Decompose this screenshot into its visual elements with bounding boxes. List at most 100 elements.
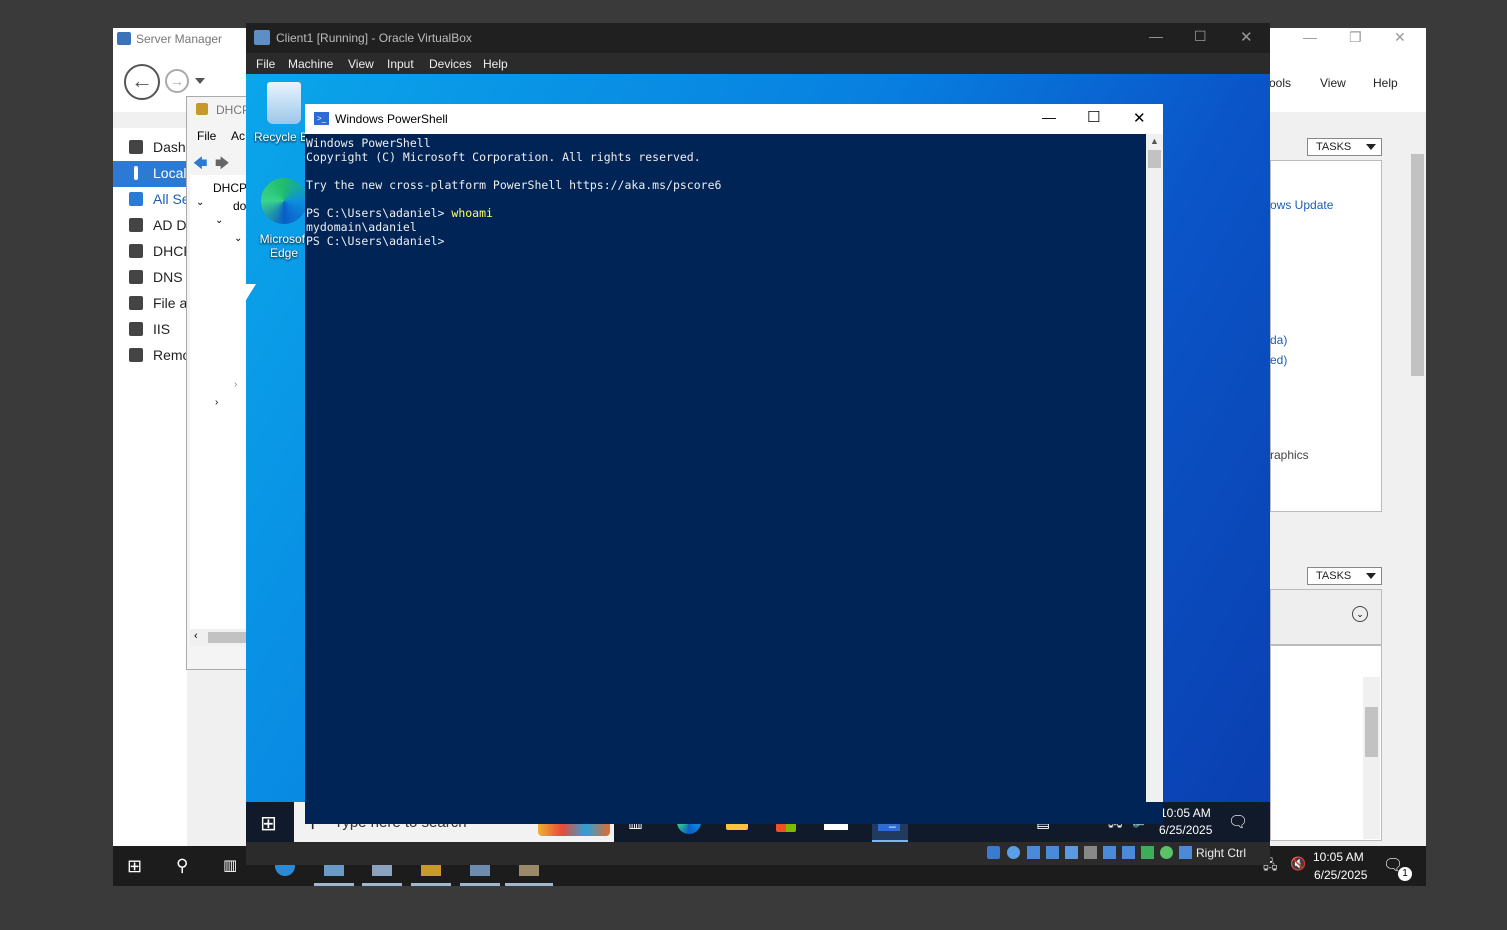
notification-icon[interactable]: 🗨	[1228, 812, 1248, 832]
host-clock-time[interactable]: 10:05 AM	[1313, 850, 1364, 864]
console-prompt: PS C:\Users\adaniel>	[306, 206, 452, 220]
sidebar-item-remote-access[interactable]: Remote Access	[113, 343, 187, 369]
guest-clock-date[interactable]: 6/25/2025	[1159, 823, 1212, 837]
close-button[interactable]: ✕	[1240, 28, 1253, 46]
powershell-window: >_ Windows PowerShell — ☐ ✕ Windows Powe…	[305, 104, 1163, 824]
recycle-bin-icon	[267, 82, 301, 124]
menu-help[interactable]: Help	[483, 57, 508, 71]
optical-drive-icon[interactable]	[1007, 846, 1020, 859]
console-prompt: PS C:\Users\adaniel>	[306, 234, 452, 248]
task-view-icon[interactable]: ▥	[223, 856, 243, 876]
dns-icon	[129, 270, 143, 284]
menu-machine[interactable]: Machine	[288, 57, 333, 71]
search-icon[interactable]: ⚲	[176, 856, 196, 876]
audio-icon[interactable]	[1027, 846, 1040, 859]
sidebar-item-local-server[interactable]: Local Server	[113, 161, 187, 187]
back-arrow-icon[interactable]: 🡄	[193, 153, 207, 177]
hard-disk-icon[interactable]	[987, 846, 1000, 859]
window-title: Server Manager	[136, 32, 223, 46]
maximize-button[interactable]: ☐	[1194, 28, 1207, 45]
network-adapter-icon[interactable]	[1046, 846, 1059, 859]
powershell-console[interactable]: Windows PowerShell Copyright (C) Microsof…	[305, 134, 1146, 802]
usb-icon[interactable]	[1065, 846, 1078, 859]
chevron-right-icon[interactable]: ›	[215, 397, 218, 408]
menu-file[interactable]: File	[256, 57, 275, 71]
tree-child-label[interactable]: do	[233, 199, 246, 213]
menu-input[interactable]: Input	[387, 57, 414, 71]
virtualbox-titlebar: Client1 [Running] - Oracle VirtualBox — …	[246, 23, 1270, 53]
mouse-integration-icon[interactable]	[1160, 846, 1173, 859]
console-line: Try the new cross-platform PowerShell ht…	[306, 178, 722, 192]
mouse-cursor	[246, 284, 256, 300]
link-property-1[interactable]: da)	[1270, 333, 1287, 347]
sidebar-item-dns[interactable]: DNS	[113, 265, 187, 291]
tasks-dropdown-2[interactable]: TASKS	[1307, 567, 1382, 585]
main-scrollbar[interactable]	[1409, 134, 1426, 848]
active-indicator	[460, 883, 500, 886]
host-key-label: Right Ctrl	[1196, 846, 1247, 860]
console-scrollbar[interactable]: ▲	[1146, 134, 1163, 802]
sidebar-item-iis[interactable]: IIS	[113, 317, 187, 343]
sidebar-item-file-storage[interactable]: File and Storage Services	[113, 291, 187, 317]
sidebar-item-all-servers[interactable]: All Servers	[113, 187, 187, 213]
dhcp-icon	[196, 103, 208, 115]
dashboard-icon	[129, 140, 143, 154]
chevron-right-icon[interactable]: ›	[234, 379, 237, 390]
keyboard-capture-icon[interactable]	[1179, 846, 1192, 859]
console-line: mydomain\adaniel	[306, 220, 417, 234]
forward-arrow-icon[interactable]: 🡆	[215, 153, 229, 177]
dhcp-menu-file[interactable]: File	[197, 129, 216, 143]
dhcp-menu-action[interactable]: Ac	[231, 129, 245, 143]
scrollbar-thumb[interactable]	[1365, 707, 1378, 757]
dhcp-window-title: DHCP	[216, 103, 251, 117]
expand-circle-icon[interactable]: ⌄	[1352, 606, 1368, 622]
shared-folders-icon[interactable]	[1084, 846, 1097, 859]
scrollbar-thumb[interactable]	[208, 632, 250, 643]
tree-root-label[interactable]: DHCP	[213, 181, 247, 195]
events-scrollbar[interactable]	[1363, 677, 1380, 839]
sidebar-item-dashboard[interactable]: Dashboard	[113, 135, 187, 161]
menu-help[interactable]: Help	[1373, 76, 1398, 90]
menu-view[interactable]: View	[1320, 76, 1346, 90]
start-icon[interactable]: ⊞	[260, 811, 277, 836]
minimize-button[interactable]: —	[1303, 29, 1317, 45]
restore-button[interactable]: ❐	[1349, 29, 1362, 46]
scroll-up-icon[interactable]: ▲	[1150, 136, 1159, 146]
link-windows-update[interactable]: ows Update	[1270, 198, 1333, 212]
forward-button[interactable]: →	[165, 69, 189, 93]
chevron-down-icon[interactable]: ⌄	[215, 215, 223, 226]
history-dropdown-icon[interactable]	[195, 78, 205, 84]
chevron-down-icon[interactable]: ⌄	[196, 197, 204, 208]
display-icon[interactable]	[1103, 846, 1116, 859]
link-property-2[interactable]: ed)	[1270, 353, 1287, 367]
menu-devices[interactable]: Devices	[429, 57, 472, 71]
maximize-button[interactable]: ☐	[1087, 108, 1100, 126]
cpu-icon[interactable]	[1141, 846, 1154, 859]
text-graphics: raphics	[1270, 448, 1309, 462]
active-indicator	[314, 883, 354, 886]
recording-icon[interactable]	[1122, 846, 1135, 859]
minimize-button[interactable]: —	[1042, 109, 1056, 125]
tasks-dropdown-1[interactable]: TASKS	[1307, 138, 1382, 156]
scrollbar-thumb[interactable]	[1148, 150, 1161, 168]
minimize-button[interactable]: —	[1149, 28, 1163, 44]
chevron-down-icon	[1366, 573, 1376, 579]
file-storage-icon	[129, 296, 143, 310]
dhcp-hscrollbar[interactable]: ‹	[190, 629, 250, 646]
close-button[interactable]: ✕	[1133, 109, 1146, 127]
close-button[interactable]: ✕	[1394, 29, 1406, 46]
scrollbar-thumb[interactable]	[1411, 154, 1424, 376]
sidebar-item-dhcp[interactable]: DHCP	[113, 239, 187, 265]
sidebar-item-ad-ds[interactable]: AD DS	[113, 213, 187, 239]
console-line: Windows PowerShell	[306, 136, 431, 150]
back-button[interactable]: ←	[124, 64, 160, 100]
start-icon[interactable]: ⊞	[127, 856, 147, 876]
menu-view[interactable]: View	[348, 57, 374, 71]
guest-clock-time[interactable]: 10:05 AM	[1160, 806, 1211, 820]
speaker-muted-icon[interactable]: 🔇	[1290, 856, 1306, 872]
chevron-down-icon[interactable]: ⌄	[234, 233, 242, 244]
host-clock-date[interactable]: 6/25/2025	[1314, 868, 1367, 882]
edge-icon	[261, 178, 307, 224]
scroll-left-icon[interactable]: ‹	[194, 630, 198, 642]
